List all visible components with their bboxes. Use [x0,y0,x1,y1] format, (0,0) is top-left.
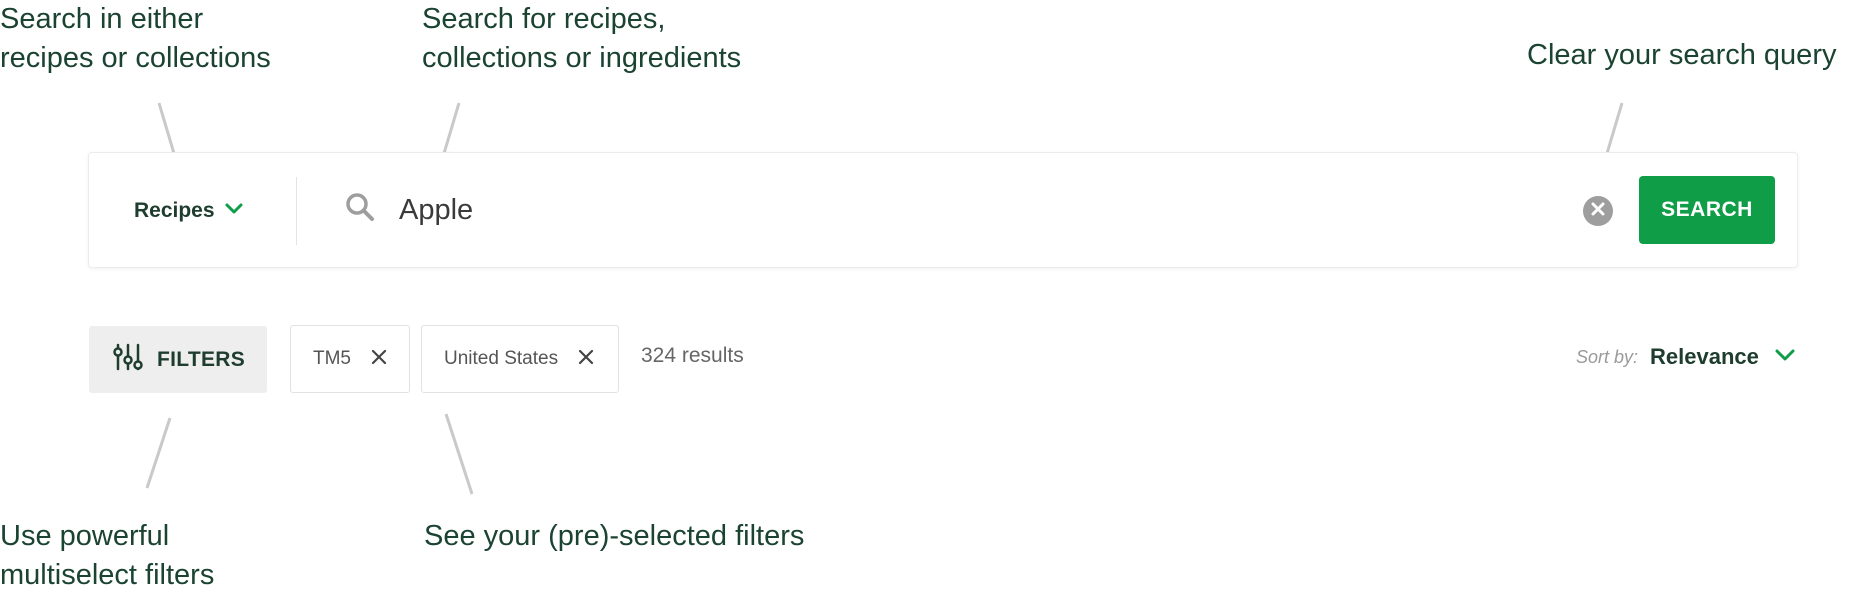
sort-control[interactable]: Sort by: Relevance [1576,344,1795,370]
search-scope-label: Recipes [134,199,215,222]
sort-value: Relevance [1650,344,1759,369]
chevron-down-icon [225,202,243,220]
sliders-icon [113,343,143,376]
search-bar-divider [296,177,297,245]
annotation-chips: See your (pre)-selected filters [424,520,805,552]
results-count: 324 results [641,344,744,367]
filters-button[interactable]: FILTERS [89,326,267,393]
annotation-leader-lines [145,102,1624,495]
search-bar: Recipes SEARCH [88,152,1798,268]
close-circle-icon [1591,202,1605,221]
filters-button-label: FILTERS [157,347,246,371]
filter-chip: United States [421,325,619,393]
leader-line-chips [444,413,474,495]
sort-prefix-label: Sort by: [1576,346,1639,367]
annotation-scope: Search in either recipes or collections [0,3,271,74]
leader-line-filters [145,417,172,489]
filter-chip: TM5 [290,325,410,393]
filter-chip-label: TM5 [313,348,351,369]
close-icon[interactable] [578,349,594,370]
close-icon[interactable] [371,349,387,370]
clear-search-button[interactable] [1583,196,1613,226]
search-input[interactable] [399,183,1359,237]
annotation-clear: Clear your search query [1527,39,1837,71]
annotation-filters: Use powerful multiselect filters [0,520,215,591]
search-scope-dropdown[interactable]: Recipes [134,189,243,233]
search-button[interactable]: SEARCH [1639,176,1775,244]
search-icon [344,191,376,228]
filter-chip-label: United States [444,348,559,369]
chevron-down-icon [1775,348,1795,366]
annotation-search: Search for recipes, collections or ingre… [422,3,742,74]
